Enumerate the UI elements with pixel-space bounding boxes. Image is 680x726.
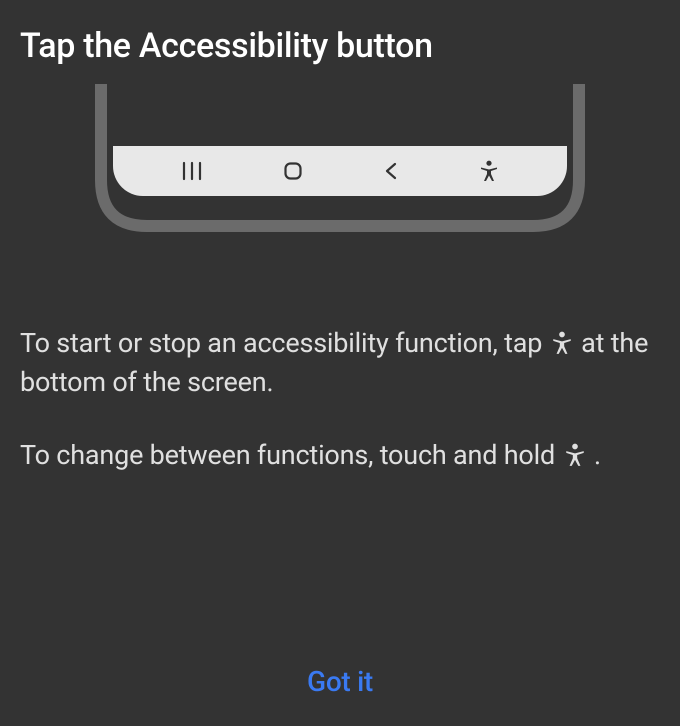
recents-icon xyxy=(181,161,203,181)
home-icon xyxy=(283,161,303,181)
accessibility-icon xyxy=(479,160,499,182)
instruction-text: To start or stop an accessibility functi… xyxy=(20,327,549,359)
instructions-block: To start or stop an accessibility functi… xyxy=(0,264,680,475)
accessibility-icon xyxy=(564,443,586,467)
instruction-text: . xyxy=(588,439,601,471)
navbar-illustration xyxy=(0,84,680,264)
page-title: Tap the Accessibility button xyxy=(0,0,680,84)
instruction-change-function: To change between functions, touch and h… xyxy=(20,436,660,475)
got-it-button[interactable]: Got it xyxy=(0,665,680,698)
accessibility-icon xyxy=(551,331,573,355)
phone-navbar xyxy=(113,146,567,196)
back-icon xyxy=(383,161,399,181)
instruction-start-stop: To start or stop an accessibility functi… xyxy=(20,324,660,402)
instruction-text: To change between functions, touch and h… xyxy=(20,439,562,471)
